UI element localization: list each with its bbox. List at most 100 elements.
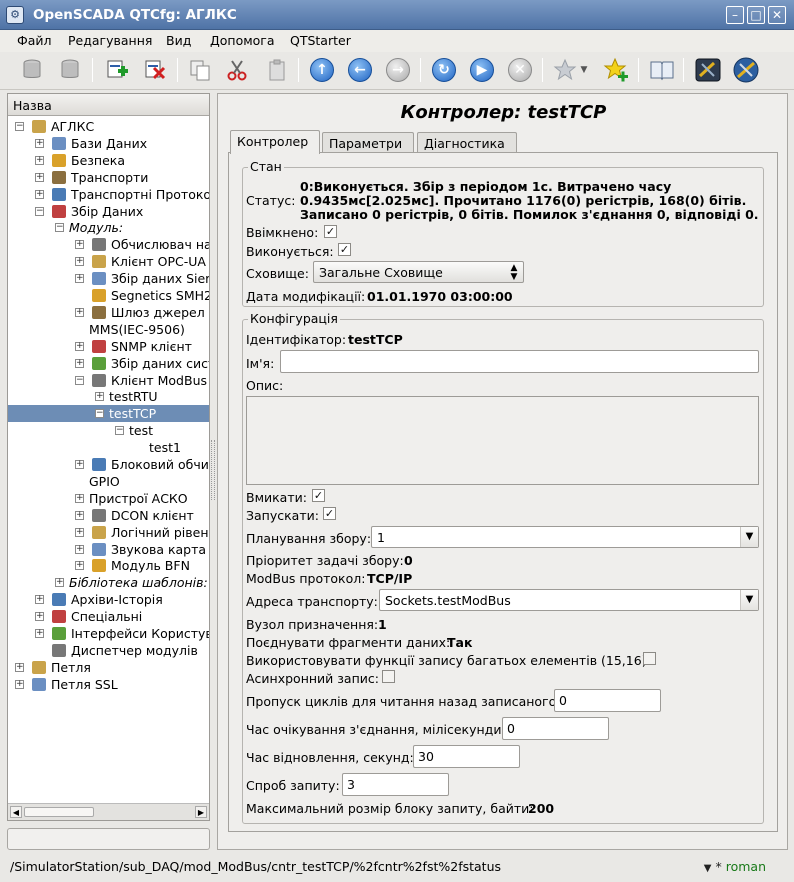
expand-icon[interactable]: + — [15, 679, 24, 689]
expand-icon[interactable]: + — [35, 629, 44, 638]
stop-icon[interactable]: ✕ — [506, 56, 534, 84]
expand-icon[interactable]: + — [75, 307, 84, 317]
name-input[interactable] — [280, 350, 759, 373]
expand-icon[interactable]: + — [75, 274, 84, 284]
tree-item[interactable]: + Звукова карта — [8, 541, 209, 558]
tree-item[interactable]: − Модуль: — [8, 219, 209, 236]
tree-item[interactable]: − Збір Даних — [8, 203, 209, 220]
expand-icon[interactable]: + — [35, 189, 44, 199]
settings-tool-2-icon[interactable] — [732, 56, 760, 84]
tree-item[interactable]: + Клієнт OPC-UA — [8, 253, 209, 270]
expand-icon[interactable]: + — [75, 257, 84, 267]
add-bookmark-icon[interactable] — [602, 56, 630, 84]
status-user[interactable]: ▼ * roman — [704, 859, 766, 874]
expand-icon[interactable]: + — [35, 172, 44, 182]
back-icon[interactable]: ← — [346, 56, 374, 84]
tree-horizontal-scrollbar[interactable]: ◀ ▶ — [8, 803, 209, 820]
collapse-icon[interactable]: − — [35, 206, 44, 216]
enable-checkbox[interactable]: ✓ — [312, 489, 325, 502]
tree-item[interactable]: + Збір даних сист — [8, 355, 209, 372]
retries-input[interactable]: 3 — [342, 773, 449, 796]
skip-input[interactable]: 0 — [554, 689, 661, 712]
navigation-tree[interactable]: − АГЛКС + Бази Даних + Безпека + Транспорти + Тра… — [8, 117, 209, 802]
tree-item[interactable]: + Петля — [8, 659, 209, 676]
multiwrite-checkbox[interactable] — [643, 652, 656, 665]
expand-icon[interactable]: + — [75, 561, 84, 571]
tree-header[interactable]: Назва — [8, 94, 209, 116]
expand-icon[interactable]: + — [55, 578, 64, 588]
tree-filter-box[interactable] — [7, 828, 210, 850]
menu-view[interactable]: Вид — [166, 33, 191, 48]
menu-qtstarter[interactable]: QTStarter — [290, 33, 351, 48]
bookmark-dropdown-icon[interactable]: ▼ — [577, 56, 591, 84]
tree-item[interactable]: test1 — [8, 439, 209, 456]
expand-icon[interactable]: + — [75, 358, 84, 368]
expand-icon[interactable]: + — [15, 662, 24, 672]
tree-item[interactable]: − Клієнт ModBus — [8, 372, 209, 389]
menu-edit[interactable]: Редагування — [68, 33, 152, 48]
db-save-icon[interactable] — [56, 56, 84, 84]
tree-item[interactable]: + Петля SSL — [8, 676, 209, 693]
manual-icon[interactable] — [648, 56, 676, 84]
tree-item[interactable]: − testTCP — [8, 405, 209, 423]
copy-icon[interactable] — [186, 56, 214, 84]
scroll-right-icon[interactable]: ▶ — [195, 806, 207, 818]
collapse-icon[interactable]: − — [75, 375, 84, 385]
expand-icon[interactable]: + — [75, 527, 84, 537]
storage-select[interactable]: Загальне Сховище ▲ ▼ — [313, 261, 524, 283]
expand-icon[interactable]: + — [75, 544, 84, 554]
tree-item[interactable]: Segnetics SMH2 — [8, 287, 209, 304]
scroll-left-icon[interactable]: ◀ — [10, 806, 22, 818]
tree-item[interactable]: + DCON клієнт — [8, 507, 209, 524]
tree-item[interactable]: + Модуль BFN — [8, 557, 209, 574]
expand-icon[interactable]: + — [75, 510, 84, 520]
tree-item[interactable]: + Збір даних Sier — [8, 270, 209, 287]
tree-item[interactable]: + Спеціальні — [8, 608, 209, 625]
tree-item[interactable]: + Бази Даних — [8, 135, 209, 152]
close-icon[interactable]: ✕ — [768, 6, 786, 24]
tree-item[interactable]: + testRTU — [8, 388, 209, 405]
tab-parameters[interactable]: Параметри — [322, 132, 414, 153]
expand-icon[interactable]: + — [35, 138, 44, 148]
running-checkbox[interactable]: ✓ — [338, 243, 351, 256]
paste-icon[interactable] — [263, 56, 291, 84]
expand-icon[interactable]: + — [75, 460, 84, 469]
settings-tool-icon[interactable] — [694, 56, 722, 84]
expand-icon[interactable]: + — [75, 240, 84, 250]
tree-item[interactable]: + Шлюз джерел , — [8, 304, 209, 321]
add-item-icon[interactable] — [103, 56, 131, 84]
schedule-combo[interactable]: 1 ▼ — [371, 526, 759, 548]
tree-item[interactable]: + Обчислювач на — [8, 236, 209, 253]
tree-item[interactable]: − АГЛКС — [8, 118, 209, 135]
maximize-icon[interactable]: □ — [747, 6, 765, 24]
expand-icon[interactable]: + — [35, 595, 44, 605]
up-icon[interactable]: ↑ — [308, 56, 336, 84]
enabled-checkbox[interactable]: ✓ — [324, 225, 337, 238]
conn-timeout-input[interactable]: 0 — [502, 717, 609, 740]
cut-icon[interactable] — [223, 56, 251, 84]
chevron-down-icon[interactable]: ▼ — [740, 527, 758, 547]
start-checkbox[interactable]: ✓ — [323, 507, 336, 520]
db-load-icon[interactable] — [18, 56, 46, 84]
tree-item[interactable]: + Транспортні Протоко — [8, 186, 209, 203]
tree-item[interactable]: − test — [8, 422, 209, 439]
tree-item[interactable]: + Безпека — [8, 152, 209, 169]
expand-icon[interactable]: + — [75, 341, 84, 351]
collapse-icon[interactable]: − — [15, 122, 24, 131]
panel-splitter[interactable] — [211, 440, 215, 500]
collapse-icon[interactable]: − — [95, 409, 104, 419]
expand-icon[interactable]: + — [35, 612, 44, 622]
tree-item[interactable]: Диспетчер модулів — [8, 642, 209, 659]
tree-item[interactable]: + Транспорти — [8, 169, 209, 186]
forward-icon[interactable]: → — [384, 56, 412, 84]
tree-item[interactable]: GPIO — [8, 473, 209, 490]
async-checkbox[interactable] — [382, 670, 395, 683]
description-textarea[interactable] — [246, 396, 759, 485]
tree-item[interactable]: + Архіви-Історія — [8, 591, 209, 608]
expand-icon[interactable]: + — [95, 392, 104, 402]
bookmark-icon[interactable] — [551, 56, 579, 84]
collapse-icon[interactable]: − — [55, 223, 64, 233]
tree-item[interactable]: + Пристрої АСКО — [8, 490, 209, 507]
expand-icon[interactable]: + — [75, 493, 84, 503]
transport-combo[interactable]: Sockets.testModBus ▼ — [379, 589, 759, 611]
